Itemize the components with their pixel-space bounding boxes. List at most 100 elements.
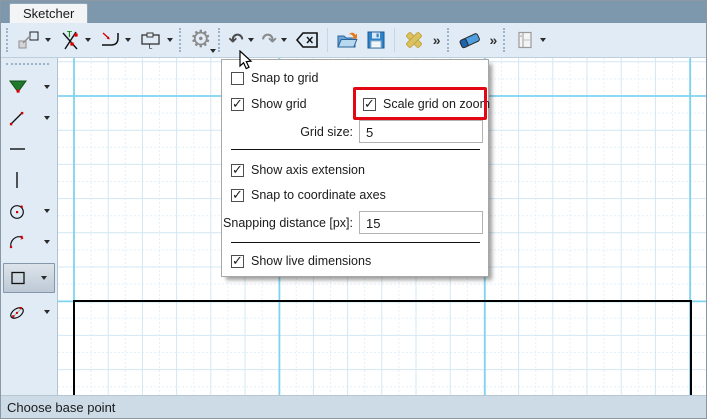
toolbar-separator xyxy=(393,28,395,52)
line-tool-dropdown[interactable] xyxy=(44,116,50,120)
rectangular-array-icon: L xyxy=(141,32,160,50)
snapping-distance-label: Snapping distance [px]: xyxy=(223,216,353,230)
arc-tool-dropdown[interactable] xyxy=(44,240,50,244)
save-file-button[interactable] xyxy=(362,25,390,55)
eraser-icon xyxy=(459,33,480,49)
create-point-tool[interactable] xyxy=(1,75,57,99)
snap-to-coordinate-axes-row: Snap to coordinate axes xyxy=(231,188,386,202)
ellipse-icon xyxy=(10,307,24,319)
scale-grid-on-zoom-checkbox[interactable] xyxy=(363,97,376,111)
snap-to-grid-checkbox[interactable] xyxy=(231,71,244,85)
map-sketch-dropdown[interactable] xyxy=(45,38,51,42)
arc-icon xyxy=(9,235,24,249)
fillet-button[interactable] xyxy=(95,25,135,55)
toolbar-grip[interactable] xyxy=(6,28,8,52)
create-line-tool[interactable] xyxy=(1,106,57,130)
line-icon xyxy=(9,111,24,126)
trim-edge-icon: T xyxy=(62,30,78,50)
point-icon xyxy=(9,80,27,93)
undo-dropdown[interactable] xyxy=(247,38,254,42)
grid-size-label: Grid size: xyxy=(300,125,353,139)
undo-icon: ↶ xyxy=(228,30,244,50)
tab-bar: Sketcher xyxy=(1,1,706,23)
map-sketch-button[interactable] xyxy=(13,25,55,55)
create-ellipse-tool[interactable] xyxy=(1,300,57,324)
eraser-button[interactable] xyxy=(454,25,486,55)
snapping-distance-input[interactable] xyxy=(359,211,483,234)
show-live-dimensions-label: Show live dimensions xyxy=(251,254,372,268)
horizontal-constraint-tool[interactable] xyxy=(1,137,57,161)
map-sketch-icon xyxy=(18,31,39,49)
scale-grid-on-zoom-row: Scale grid on zoom xyxy=(363,97,490,111)
trim-edge-dropdown[interactable] xyxy=(85,38,91,42)
show-axis-extension-label: Show axis extension xyxy=(251,163,365,177)
delete-x-icon xyxy=(405,32,422,48)
open-file-button[interactable] xyxy=(332,25,362,55)
open-folder-icon xyxy=(336,32,358,48)
fillet-icon xyxy=(102,32,119,46)
trim-edge-button[interactable]: T xyxy=(55,25,95,55)
mouse-cursor xyxy=(239,50,253,70)
gear-icon: ⚙ xyxy=(190,26,212,53)
redo-dropdown[interactable] xyxy=(280,38,287,42)
snap-to-grid-label: Snap to grid xyxy=(251,71,319,85)
redo-icon: ↷ xyxy=(261,30,277,50)
show-live-dimensions-row: Show live dimensions xyxy=(231,254,371,268)
view-section-dropdown[interactable] xyxy=(540,38,547,42)
palette-grip[interactable] xyxy=(6,63,49,65)
show-grid-row: Show grid xyxy=(231,97,307,111)
backspace-delete-button[interactable] xyxy=(291,25,323,55)
panel-separator xyxy=(231,149,480,150)
rectangular-array-dropdown[interactable] xyxy=(167,38,173,42)
scale-grid-on-zoom-label: Scale grid on zoom xyxy=(383,97,491,111)
toolbar-grip[interactable] xyxy=(217,28,220,52)
delete-button-disabled[interactable] xyxy=(399,25,429,55)
rectangular-array-button[interactable]: L xyxy=(135,25,177,55)
toolbar-overflow-button[interactable]: » xyxy=(429,25,445,55)
toolbar-grip[interactable] xyxy=(179,28,181,52)
horizontal-line-icon xyxy=(10,148,25,150)
backspace-icon xyxy=(295,32,318,48)
point-tool-dropdown[interactable] xyxy=(44,85,50,89)
toolbar-grip[interactable] xyxy=(446,28,449,52)
toolbar-separator xyxy=(326,28,328,52)
view-section-button[interactable] xyxy=(510,25,550,55)
redo-button[interactable]: ↷ xyxy=(258,25,291,55)
show-axis-extension-row: Show axis extension xyxy=(231,163,365,177)
snap-to-coordinate-axes-label: Snap to coordinate axes xyxy=(251,188,386,202)
show-axis-extension-checkbox[interactable] xyxy=(231,163,244,177)
panel-separator xyxy=(231,242,480,243)
fillet-dropdown[interactable] xyxy=(125,38,131,42)
toolbar-overflow-button[interactable]: » xyxy=(486,25,502,55)
show-live-dimensions-checkbox[interactable] xyxy=(231,254,244,268)
show-grid-checkbox[interactable] xyxy=(231,97,244,111)
tab-sketcher[interactable]: Sketcher xyxy=(9,3,89,23)
circle-icon xyxy=(10,205,24,219)
svg-text:L: L xyxy=(149,44,153,50)
rectangle-icon xyxy=(11,271,25,285)
rectangle-tool-dropdown[interactable] xyxy=(41,276,47,280)
create-circle-tool[interactable] xyxy=(1,199,57,223)
vertical-line-icon xyxy=(16,172,18,188)
circle-tool-dropdown[interactable] xyxy=(44,209,50,213)
vertical-constraint-tool[interactable] xyxy=(1,168,57,192)
sketch-tool-palette xyxy=(1,58,58,395)
sketcher-window: Sketcher T L ⚙ ↶ ↷ » » Snap to grid ✓ Sh… xyxy=(0,0,707,419)
save-floppy-icon xyxy=(367,31,385,49)
snap-to-coordinate-axes-checkbox[interactable] xyxy=(231,188,244,202)
grid-settings-button[interactable]: ⚙ xyxy=(186,25,216,55)
ellipse-tool-dropdown[interactable] xyxy=(44,310,50,314)
toolbar: T L ⚙ ↶ ↷ » » xyxy=(1,23,706,58)
create-arc-tool[interactable] xyxy=(1,230,57,254)
grid-size-input[interactable] xyxy=(359,120,483,143)
create-rectangle-tool-selected[interactable] xyxy=(3,263,55,293)
status-message: Choose base point xyxy=(7,399,116,415)
grid-settings-dropdown[interactable] xyxy=(209,49,216,53)
show-grid-label: Show grid xyxy=(251,97,307,111)
status-bar: Choose base point xyxy=(1,395,706,418)
grid-settings-panel: Snap to grid Show grid Scale grid on zoo… xyxy=(221,59,490,277)
tab-sketcher-label: Sketcher xyxy=(23,6,75,21)
snap-to-grid-row: Snap to grid xyxy=(231,71,318,85)
svg-text:T: T xyxy=(67,30,72,39)
toolbar-grip[interactable] xyxy=(503,28,506,52)
